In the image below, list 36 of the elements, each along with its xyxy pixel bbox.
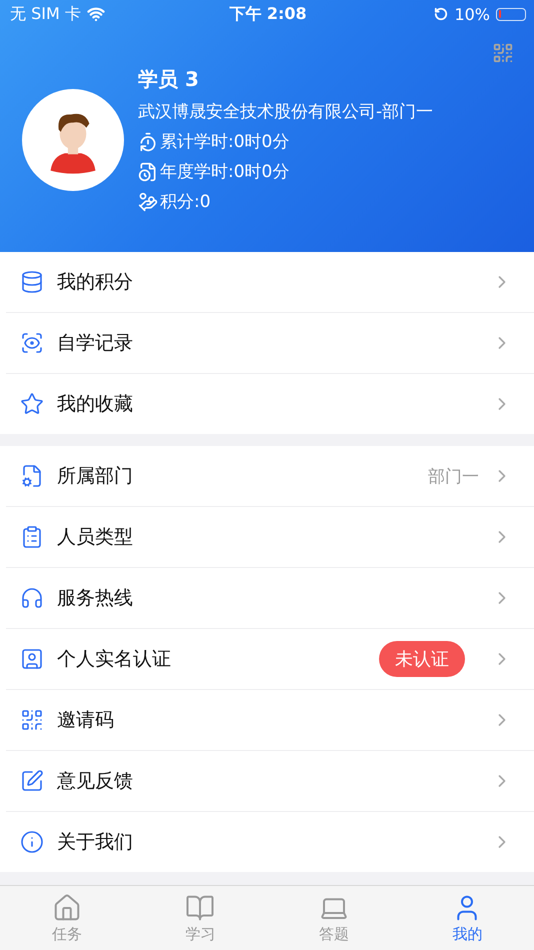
star-icon (20, 392, 44, 416)
menu-item[interactable]: 我的收藏 (6, 373, 534, 434)
qr-code-icon[interactable] (492, 42, 514, 64)
user-name: 学员 3 (138, 66, 200, 93)
stat-text: 积分:0 (160, 191, 211, 213)
hand-coin-icon (138, 192, 158, 212)
tab[interactable]: 我的 (400, 886, 534, 950)
document-gear-icon (20, 464, 44, 488)
menu-item[interactable]: 我的积分 (0, 252, 534, 312)
edit-icon (20, 769, 44, 793)
menu-item[interactable]: 所属部门 部门一 (0, 446, 534, 506)
menu-item[interactable]: 个人实名认证 未认证 (6, 628, 534, 689)
headset-icon (20, 586, 44, 610)
timer-icon (138, 132, 158, 152)
menu-item[interactable]: 自学记录 (6, 312, 534, 373)
battery-icon (496, 8, 526, 20)
id-card-icon (20, 647, 44, 671)
menu-item[interactable]: 关于我们 (6, 811, 534, 872)
battery-percent: 10% (454, 4, 490, 24)
menu-item[interactable]: 人员类型 (6, 506, 534, 567)
info-icon (20, 830, 44, 854)
qr-code-icon (20, 708, 44, 732)
status-badge: 未认证 (379, 641, 465, 677)
wifi-icon (86, 5, 105, 23)
stat-text: 年度学时:0时0分 (160, 161, 290, 183)
stat-text: 累计学时:0时0分 (160, 131, 290, 153)
organization-name: 武汉博晟安全技术股份有限公司-部门一 (138, 101, 434, 123)
document-clock-icon (138, 162, 158, 182)
status-time: 下午 2:08 (229, 4, 307, 24)
menu-value: 部门一 (428, 466, 479, 488)
menu-item[interactable]: 邀请码 (6, 689, 534, 750)
menu-item[interactable]: 服务热线 (6, 567, 534, 628)
rotation-lock-icon (434, 7, 448, 21)
coins-icon (20, 270, 44, 294)
menu-item[interactable]: 意见反馈 (6, 750, 534, 811)
carrier-text: 无 SIM 卡 (10, 4, 81, 24)
